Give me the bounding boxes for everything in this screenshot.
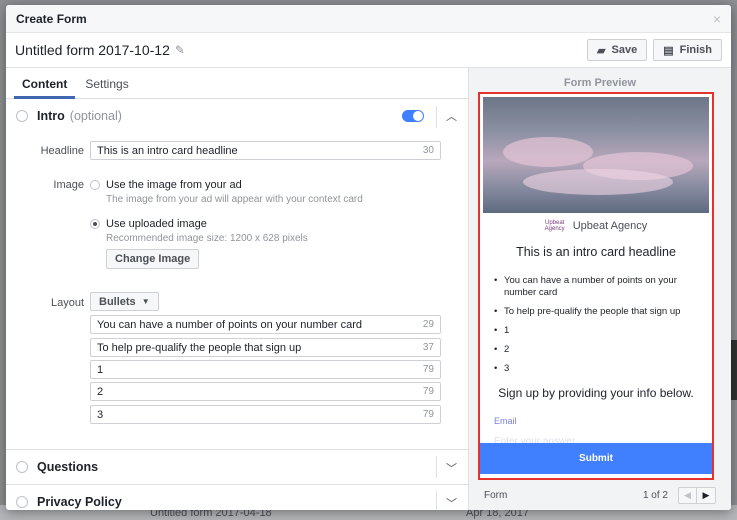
intro-section-header[interactable]: Intro (optional) ︿ (6, 99, 468, 132)
questions-title: Questions (37, 460, 99, 474)
save-label: Save (611, 44, 638, 56)
brand-name: Upbeat Agency (572, 220, 648, 232)
preview-headline: This is an intro card headline (516, 245, 676, 259)
headline-value: This is an intro card headline (97, 144, 238, 157)
form-title-bar: Untitled form 2017-10-12 ✎ ▰ Save ▤ Fini… (6, 33, 731, 68)
questions-section-header[interactable]: Questions ﹀ (6, 450, 468, 484)
dialog-header: Create Form × (6, 5, 731, 33)
tab-content[interactable]: Content (14, 68, 76, 99)
tab-settings[interactable]: Settings (77, 68, 136, 98)
intro-radio[interactable] (16, 109, 28, 122)
intro-toggle[interactable] (402, 110, 424, 122)
image-option-ad-title[interactable]: Use the image from your ad (106, 179, 242, 191)
chevron-down-icon[interactable]: ﹀ (446, 495, 457, 510)
list-item: You can have a number of points on your … (494, 275, 704, 299)
image-option-ad-radio[interactable] (90, 180, 100, 190)
finish-icon: ▤ (663, 44, 674, 57)
headline-label: Headline (40, 145, 84, 157)
privacy-title: Privacy Policy (37, 495, 122, 509)
intro-optional-label: (optional) (69, 108, 122, 123)
image-option-upload-sub: Recommended image size: 1200 x 628 pixel… (106, 233, 308, 244)
layout-dropdown[interactable]: Bullets ▼ (90, 292, 159, 311)
finish-button[interactable]: ▤ Finish (653, 39, 722, 61)
brand-row: Upbeat Agency Upbeat Agency (480, 220, 712, 232)
close-icon[interactable]: × (713, 11, 721, 27)
background-edge (731, 340, 737, 400)
list-item: To help pre-qualify the people that sign… (494, 306, 704, 318)
layout-value: Bullets (99, 295, 136, 308)
finish-label: Finish (679, 44, 712, 56)
preview-title: Form Preview (563, 77, 637, 89)
questions-radio[interactable] (16, 461, 28, 473)
bullet-input-4[interactable]: 2 79 (90, 382, 441, 401)
preview-email-label: Email (494, 416, 517, 426)
list-item: 1 (494, 325, 704, 337)
caret-down-icon: ▼ (141, 297, 150, 306)
list-item: 2 (494, 344, 704, 356)
editor-tabs: Content Settings (6, 68, 468, 99)
privacy-section-header[interactable]: Privacy Policy ﹀ (6, 485, 468, 510)
change-image-button[interactable]: Change Image (106, 249, 200, 269)
bullet-input-5[interactable]: 3 79 (90, 405, 441, 424)
form-preview-panel: Form Preview Upbeat Agency Upbeat Agency … (469, 68, 731, 510)
intro-title: Intro (37, 108, 65, 123)
create-form-dialog: Create Form × Untitled form 2017-10-12 ✎… (6, 5, 731, 510)
dialog-title: Create Form (16, 11, 87, 26)
headline-count: 30 (422, 145, 434, 156)
bullet-input-3[interactable]: 1 79 (90, 360, 441, 379)
chevron-down-icon[interactable]: ﹀ (446, 460, 457, 476)
save-icon: ▰ (597, 44, 606, 57)
intro-image (483, 97, 709, 213)
form-name[interactable]: Untitled form 2017-10-12 (15, 42, 170, 58)
pager-text: 1 of 2 (642, 489, 668, 501)
editor-panel: Content Settings Intro (optional) ︿ Head… (6, 68, 469, 510)
bullet-input-1[interactable]: You can have a number of points on your … (90, 315, 441, 334)
image-option-ad-sub: The image from your ad will appear with … (106, 194, 363, 205)
bullet-input-2[interactable]: To help pre-qualify the people that sign… (90, 338, 441, 357)
save-button[interactable]: ▰ Save (587, 39, 648, 61)
preview-card: Upbeat Agency Upbeat Agency This is an in… (478, 92, 714, 480)
image-label: Image (53, 179, 84, 191)
chevron-up-icon[interactable]: ︿ (446, 108, 457, 124)
preview-footer-label: Form (484, 489, 508, 501)
layout-label: Layout (50, 297, 84, 309)
preview-footer: Form 1 of 2 ◀ ▶ (469, 480, 731, 510)
chevron-left-icon[interactable]: ◀ (678, 486, 697, 504)
submit-button[interactable]: Submit (480, 443, 712, 474)
headline-input[interactable]: This is an intro card headline 30 (90, 141, 441, 160)
preview-bullet-list: You can have a number of points on your … (494, 275, 704, 382)
privacy-radio[interactable] (16, 496, 28, 508)
image-option-upload-radio[interactable] (90, 219, 100, 229)
image-option-upload-title[interactable]: Use uploaded image (106, 218, 207, 230)
list-item: 3 (494, 363, 704, 375)
brand-logo: Upbeat Agency (544, 220, 565, 232)
chevron-right-icon[interactable]: ▶ (697, 486, 716, 504)
pencil-icon[interactable]: ✎ (175, 43, 185, 57)
preview-signup-text: Sign up by providing your info below. (498, 386, 694, 400)
